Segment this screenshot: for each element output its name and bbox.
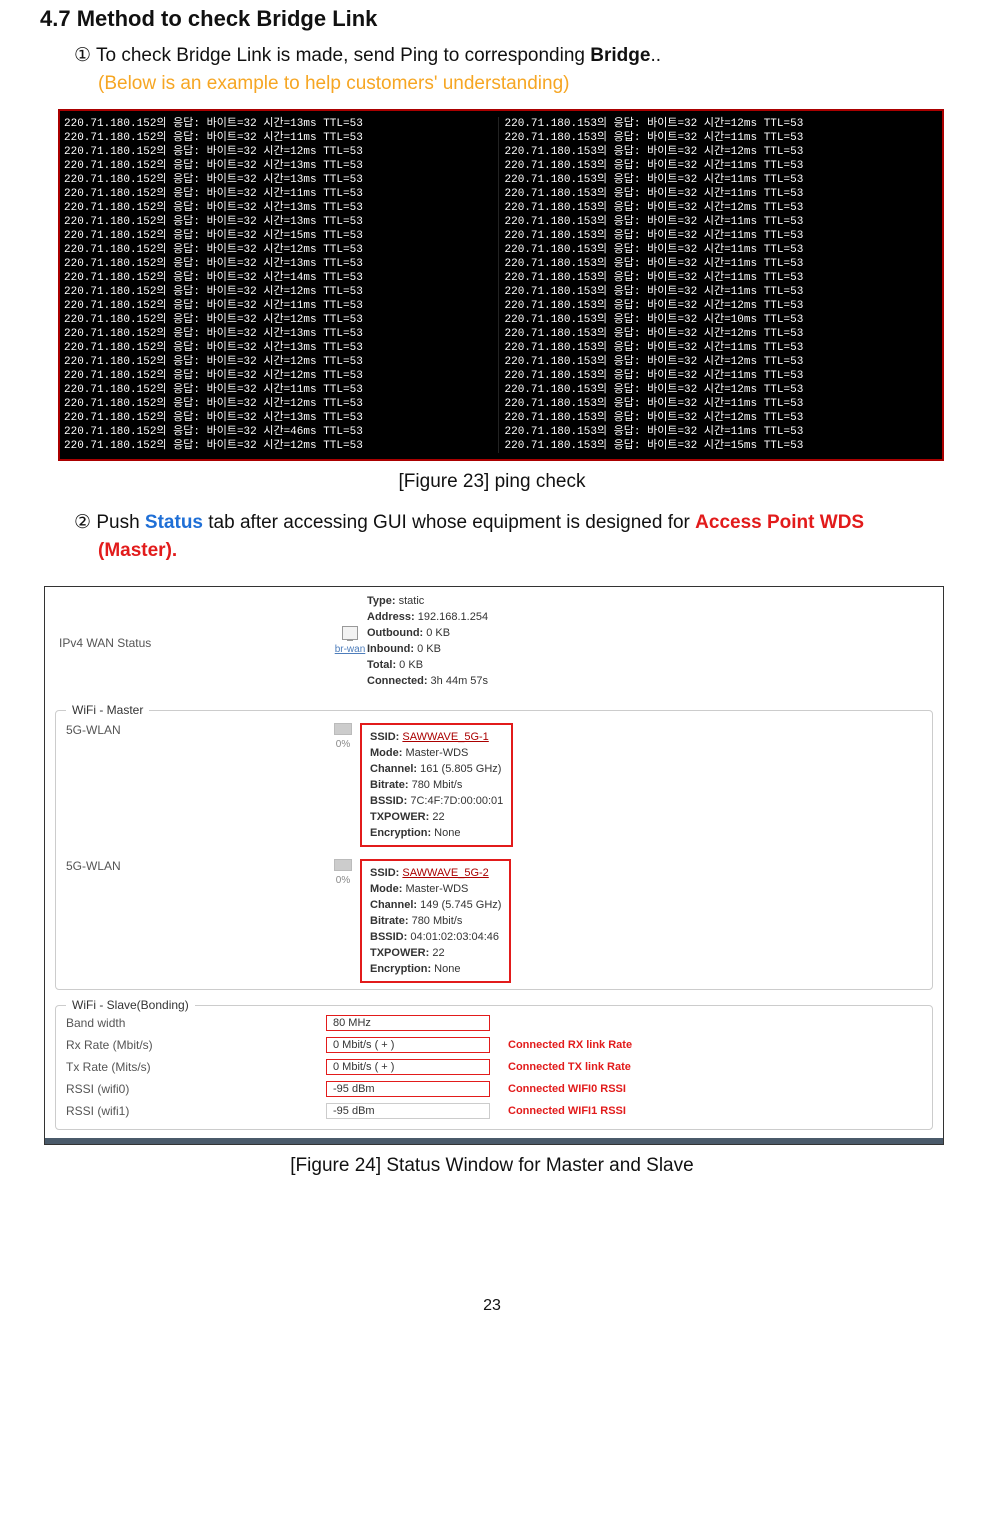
wlan2-signal-icon: 0% (326, 859, 360, 887)
wlan1-ssid-link[interactable]: SAWWAVE_5G-1 (402, 731, 488, 743)
wlan1-signal-icon: 0% (326, 723, 360, 751)
wlan1-label: 5G-WLAN (66, 723, 326, 737)
wlan2-label: 5G-WLAN (66, 859, 326, 873)
step-1-hint: (Below is an example to help customers' … (98, 73, 944, 95)
wan-connected-value: 3h 44m 57s (428, 675, 489, 687)
wlan2-detail-box: SSID: SAWWAVE_5G-2 Mode: Master-WDS Chan… (360, 859, 511, 983)
rx-rate-value: 0 Mbit/s ( + ) (326, 1037, 490, 1053)
wan-connected-label: Connected: (367, 675, 428, 687)
wan-outbound-label: Outbound: (367, 627, 423, 639)
step-1-text-b: .. (650, 45, 661, 66)
wlan2-encryption-label: Encryption: (370, 963, 431, 975)
rssi0-label: RSSI (wifi0) (66, 1082, 326, 1096)
wlan1-txpower-value: 22 (429, 811, 444, 823)
step-2-text-a: Push (91, 512, 145, 533)
rx-rate-note: Connected RX link Rate (508, 1039, 632, 1051)
step-1-bridge: Bridge (590, 45, 650, 66)
wifi-master-legend: WiFi - Master (66, 703, 149, 717)
step-2-master: (Master). (98, 540, 944, 562)
wlan1-bssid-label: BSSID: (370, 795, 407, 807)
device-icon (342, 626, 358, 640)
wlan1-mode-label: Mode: (370, 747, 402, 759)
wlan2-txpower-label: TXPOWER: (370, 947, 429, 959)
wan-inbound-label: Inbound: (367, 643, 414, 655)
section-heading: 4.7 Method to check Bridge Link (40, 6, 944, 32)
signal-icon (334, 859, 352, 871)
tx-rate-note: Connected TX link Rate (508, 1061, 631, 1073)
tx-rate-label: Tx Rate (Mits/s) (66, 1060, 326, 1074)
wlan2-bitrate-value: 780 Mbit/s (409, 915, 463, 927)
step-2-text-b: tab after accessing GUI whose equipment … (203, 512, 695, 533)
rx-rate-label: Rx Rate (Mbit/s) (66, 1038, 326, 1052)
wan-address-label: Address: (367, 611, 415, 623)
wlan1-detail-box: SSID: SAWWAVE_5G-1 Mode: Master-WDS Chan… (360, 723, 513, 847)
wlan1-signal-pct: 0% (336, 739, 350, 750)
wifi-master-fieldset: WiFi - Master 5G-WLAN 0% SSID: SAWWAVE_5… (55, 703, 933, 990)
rssi1-label: RSSI (wifi1) (66, 1104, 326, 1118)
wan-interface-icon: br-wan (333, 626, 367, 656)
wan-interface-link[interactable]: br-wan (335, 644, 366, 655)
wlan1-channel-value: 161 (5.805 GHz) (417, 763, 501, 775)
wlan2-mode-value: Master-WDS (402, 883, 468, 895)
wlan1-encryption-value: None (431, 827, 460, 839)
figure-23-caption: [Figure 23] ping check (40, 471, 944, 493)
wlan1-encryption-label: Encryption: (370, 827, 431, 839)
wlan2-bitrate-label: Bitrate: (370, 915, 409, 927)
step-1: ① To check Bridge Link is made, send Pin… (74, 44, 944, 67)
wan-address-value: 192.168.1.254 (415, 611, 488, 623)
status-gui: IPv4 WAN Status br-wan Type: static Addr… (44, 586, 944, 1145)
wlan2-ssid-label: SSID: (370, 867, 399, 879)
wlan1-txpower-label: TXPOWER: (370, 811, 429, 823)
wlan2-channel-value: 149 (5.745 GHz) (417, 899, 501, 911)
wlan2-bssid-value: 04:01:02:03:04:46 (407, 931, 499, 943)
ping-terminal: 220.71.180.152의 응답: 바이트=32 시간=13ms TTL=5… (58, 109, 944, 461)
ping-column-left: 220.71.180.152의 응답: 바이트=32 시간=13ms TTL=5… (64, 117, 498, 453)
wifi-slave-legend: WiFi - Slave(Bonding) (66, 998, 195, 1012)
wlan2-signal-pct: 0% (336, 875, 350, 886)
step-2: ② Push Status tab after accessing GUI wh… (74, 511, 944, 534)
rssi0-note: Connected WIFI0 RSSI (508, 1083, 626, 1095)
step-2-master-text: (Master). (98, 540, 177, 561)
wan-total-value: 0 KB (396, 659, 423, 671)
tx-rate-value: 0 Mbit/s ( + ) (326, 1059, 490, 1075)
rssi1-value: -95 dBm (326, 1103, 490, 1119)
section-title: Method to check Bridge Link (77, 6, 378, 31)
step-1-text-a: To check Bridge Link is made, send Ping … (91, 45, 590, 66)
wlan2-encryption-value: None (431, 963, 460, 975)
ping-column-right: 220.71.180.153의 응답: 바이트=32 시간=12ms TTL=5… (498, 117, 939, 453)
wlan2-mode-label: Mode: (370, 883, 402, 895)
bandwidth-value: 80 MHz (326, 1015, 490, 1031)
wifi-slave-fieldset: WiFi - Slave(Bonding) Band width 80 MHz … (55, 998, 933, 1130)
wlan1-bssid-value: 7C:4F:7D:00:00:01 (407, 795, 503, 807)
wlan1-ssid-label: SSID: (370, 731, 399, 743)
section-number: 4.7 (40, 6, 71, 31)
rssi0-value: -95 dBm (326, 1081, 490, 1097)
wan-outbound-value: 0 KB (423, 627, 450, 639)
wlan1-mode-value: Master-WDS (402, 747, 468, 759)
wlan1-channel-label: Channel: (370, 763, 417, 775)
rssi1-note: Connected WIFI1 RSSI (508, 1105, 626, 1117)
wlan2-channel-label: Channel: (370, 899, 417, 911)
step-2-apwds: Access Point WDS (695, 512, 864, 533)
wlan2-txpower-value: 22 (429, 947, 444, 959)
wlan2-ssid-link[interactable]: SAWWAVE_5G-2 (402, 867, 488, 879)
wlan2-bssid-label: BSSID: (370, 931, 407, 943)
wlan1-bitrate-label: Bitrate: (370, 779, 409, 791)
wan-type-label: Type: (367, 595, 396, 607)
step-2-status: Status (145, 512, 203, 533)
wan-status-title: IPv4 WAN Status (55, 626, 333, 656)
wan-status-block: Type: static Address: 192.168.1.254 Outb… (367, 593, 933, 689)
step-1-marker: ① (74, 45, 91, 66)
wan-type-value: static (396, 595, 425, 607)
bandwidth-label: Band width (66, 1016, 326, 1030)
wlan1-bitrate-value: 780 Mbit/s (409, 779, 463, 791)
wan-total-label: Total: (367, 659, 396, 671)
page-number: 23 (40, 1297, 944, 1315)
wan-inbound-value: 0 KB (414, 643, 441, 655)
figure-24-caption: [Figure 24] Status Window for Master and… (40, 1155, 944, 1177)
step-2-marker: ② (74, 512, 91, 533)
signal-icon (334, 723, 352, 735)
